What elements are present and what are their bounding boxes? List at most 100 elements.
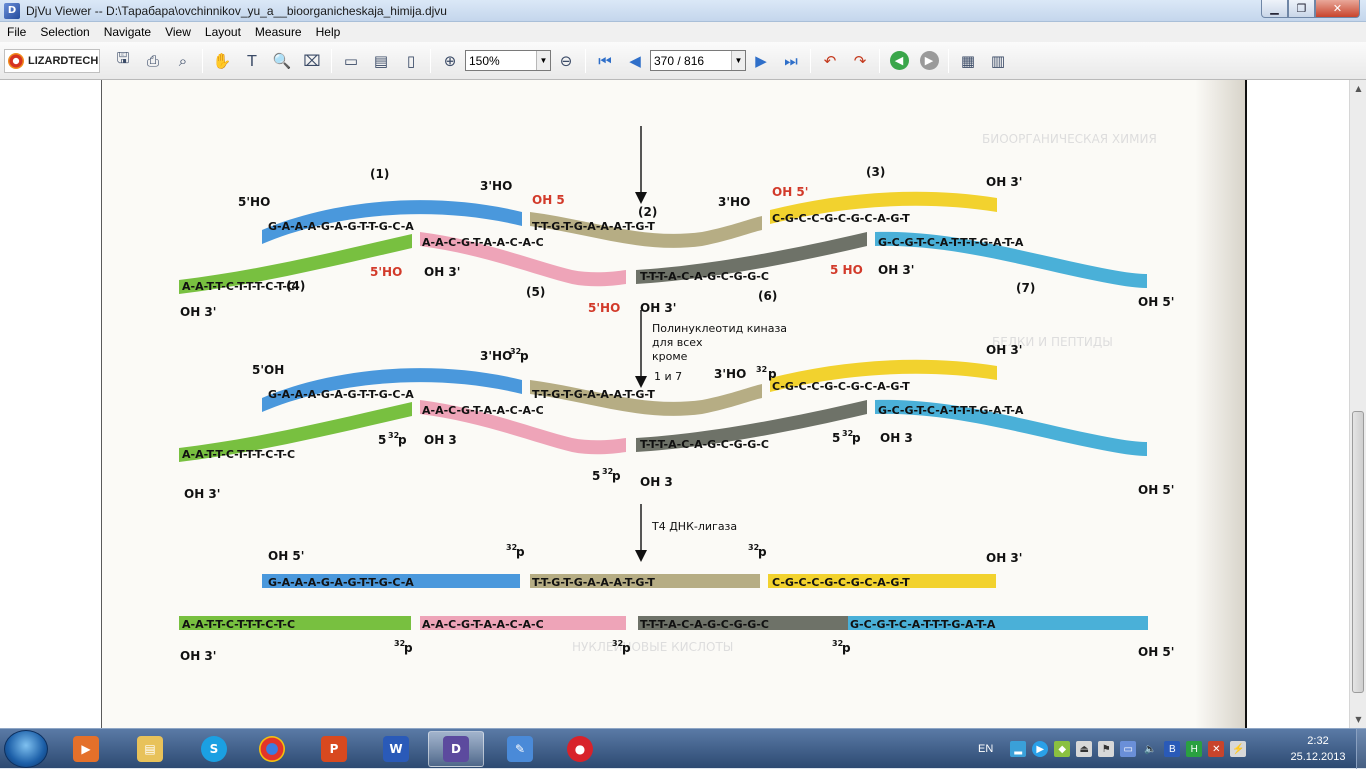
language-indicator[interactable]: EN (978, 743, 993, 755)
seq-5: A-A-C-G-T-A-A-C-A-C (422, 618, 544, 631)
network-icon[interactable]: ▂ (1010, 741, 1027, 757)
window-title: DjVu Viewer -- D:\Тарабара\ovchinnikov_y… (26, 3, 447, 18)
menu-measure[interactable]: Measure (248, 25, 309, 39)
clock-time: 2:32 (1307, 735, 1329, 747)
scroll-down-icon[interactable]: ▼ (1350, 711, 1366, 728)
save-icon[interactable]: 🖫 (111, 49, 135, 73)
media-player-icon: ▶ (73, 736, 99, 762)
thumbnails-icon[interactable]: ▦ (956, 49, 980, 73)
menu-navigate[interactable]: Navigate (97, 25, 158, 39)
taskbar-file-explorer[interactable]: ▤ (122, 731, 178, 767)
next-page-icon[interactable]: ▶ (749, 49, 773, 73)
close-button[interactable]: ✕ (1315, 0, 1360, 18)
forward-icon[interactable]: ▶ (917, 49, 941, 73)
antivirus-icon[interactable]: ✕ (1208, 741, 1225, 757)
p-label: p (520, 349, 529, 363)
taskbar-chrome[interactable] (244, 731, 300, 767)
end-oh3: OH 3' (986, 551, 1022, 565)
zoom-select[interactable]: 150% ▼ (465, 50, 551, 71)
word-icon: W (383, 736, 409, 762)
seq-1: G-A-A-A-G-A-G-T-T-G-C-A (268, 388, 414, 401)
show-desktop-button[interactable] (1356, 729, 1366, 769)
print-icon[interactable]: ⎙ (141, 49, 165, 73)
end-3ho: 3'HO (718, 195, 750, 209)
seq-7: G-C-G-T-C-A-T-T-T-G-A-T-A (878, 404, 1024, 417)
previous-page-icon[interactable]: ◀ (623, 49, 647, 73)
taskbar-presentation[interactable]: P (306, 731, 362, 767)
zoom-out-icon[interactable]: ⊖ (554, 49, 578, 73)
menu-selection[interactable]: Selection (33, 25, 96, 39)
p5-label: 5 (592, 469, 600, 483)
single-page-icon[interactable]: ▭ (339, 49, 363, 73)
last-page-icon[interactable]: ⏭ (779, 49, 803, 73)
menu-layout[interactable]: Layout (198, 25, 248, 39)
document-viewport[interactable]: БИООРГАНИЧЕСКАЯ ХИМИЯ БЕЛКИ И ПЕПТИДЫ НУ… (0, 80, 1349, 728)
zoom-tool-icon[interactable]: 🔍 (270, 49, 294, 73)
document-page: БИООРГАНИЧЕСКАЯ ХИМИЯ БЕЛКИ И ПЕПТИДЫ НУ… (101, 80, 1247, 728)
scroll-up-icon[interactable]: ▲ (1350, 80, 1366, 97)
bluetooth-icon[interactable]: B (1164, 741, 1181, 757)
kinase-label: Полинуклеотид киназа (652, 322, 787, 335)
page-value: 370 / 816 (654, 53, 705, 68)
p-label: p (398, 433, 407, 447)
chevron-down-icon[interactable]: ▼ (536, 51, 550, 70)
taskbar-notes[interactable]: ✎ (492, 731, 548, 767)
continuous-page-icon[interactable]: ▤ (369, 49, 393, 73)
end-oh3: OH 3' (180, 649, 216, 663)
arrow-head (635, 376, 647, 388)
lizardtech-icon (8, 52, 24, 69)
vertical-scrollbar[interactable]: ▲ ▼ (1349, 80, 1366, 728)
clock[interactable]: 2:32 25.12.2013 (1284, 733, 1352, 765)
rotate-right-icon[interactable]: ↷ (848, 49, 872, 73)
usb-icon[interactable]: ⏏ (1076, 741, 1093, 757)
zoom-in-icon[interactable]: ⊕ (438, 49, 462, 73)
separator (879, 48, 880, 73)
find-icon[interactable]: ⌕ (171, 49, 195, 73)
taskbar-recorder[interactable]: ● (552, 731, 608, 767)
rubberband-zoom-icon[interactable]: ⌧ (300, 49, 324, 73)
chevron-down-icon[interactable]: ▼ (731, 51, 745, 70)
taskbar-word[interactable]: W (368, 731, 424, 767)
p-label: p (852, 431, 861, 445)
seq-1: G-A-A-A-G-A-G-T-T-G-C-A (268, 220, 414, 233)
label-2: (2) (638, 205, 657, 219)
minimize-button[interactable]: ▁ (1261, 0, 1288, 18)
lizardtech-logo[interactable]: LIZARDTECH (4, 48, 100, 73)
scroll-thumb[interactable] (1352, 411, 1364, 693)
menu-help[interactable]: Help (309, 25, 348, 39)
media-icon[interactable]: ▶ (1032, 741, 1049, 757)
maximize-button[interactable]: ❐ (1288, 0, 1315, 18)
chrome-icon (259, 736, 285, 762)
start-button[interactable] (4, 730, 48, 768)
first-page-icon[interactable]: ⏮ (593, 49, 617, 73)
seq-1: G-A-A-A-G-A-G-T-T-G-C-A (268, 576, 414, 589)
separator (331, 48, 332, 73)
end-oh3: OH 3' (986, 343, 1022, 357)
taskbar-skype[interactable]: S (186, 731, 242, 767)
taskbar-media-player[interactable]: ▶ (58, 731, 114, 767)
seq-3: C-G-C-C-G-C-G-C-A-G-T (772, 212, 910, 225)
djvu-icon: D (443, 736, 469, 762)
seq-3: C-G-C-C-G-C-G-C-A-G-T (772, 576, 910, 589)
menu-file[interactable]: File (0, 25, 33, 39)
fit-page-icon[interactable]: ▯ (399, 49, 423, 73)
flag-icon[interactable]: ⚑ (1098, 741, 1115, 757)
text-select-icon[interactable]: T (240, 49, 264, 73)
rotate-left-icon[interactable]: ↶ (818, 49, 842, 73)
power-icon[interactable]: ⚡ (1230, 741, 1247, 757)
page-select[interactable]: 370 / 816 ▼ (650, 50, 746, 71)
end-oh5-red: OH 5' (772, 185, 808, 199)
app-tray-icon[interactable]: ◆ (1054, 741, 1071, 757)
separator (202, 48, 203, 73)
volume-icon[interactable]: 🔈 (1142, 741, 1158, 757)
end-oh5-final: OH 5' (268, 549, 304, 563)
kinase-label-2: для всех (652, 336, 703, 349)
menu-view[interactable]: View (158, 25, 198, 39)
hand-tool-icon[interactable]: ✋ (210, 49, 234, 73)
seq-2: T-T-G-T-G-A-A-A-T-G-T (532, 220, 655, 233)
app-green-icon[interactable]: H (1186, 741, 1203, 757)
bookmarks-icon[interactable]: ▥ (986, 49, 1010, 73)
back-icon[interactable]: ◀ (887, 49, 911, 73)
taskbar-djvu-viewer[interactable]: D (428, 731, 484, 767)
display-icon[interactable]: ▭ (1120, 741, 1137, 757)
